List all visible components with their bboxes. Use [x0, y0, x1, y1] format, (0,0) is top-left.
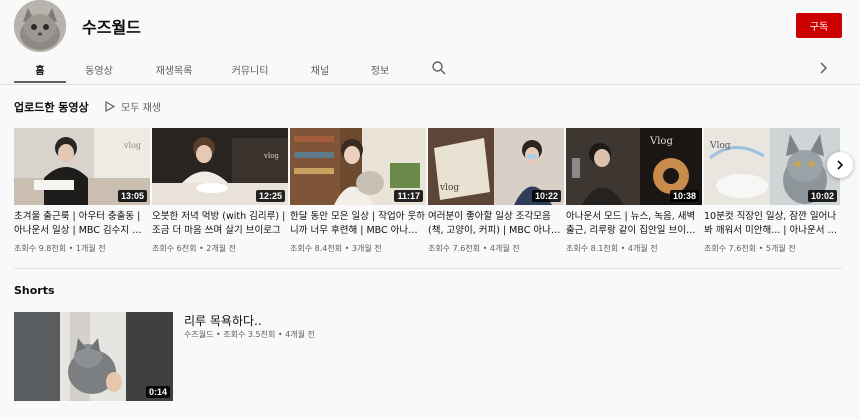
section-divider [14, 268, 842, 269]
video-title[interactable]: 아나운서 모드 | 뉴스, 녹음, 새벽 출근, 리루랑 같이 집안일 브이로그 [566, 210, 702, 238]
video-duration: 10:22 [531, 190, 561, 202]
video-thumbnail[interactable]: vlog 12:25 [152, 128, 288, 205]
svg-text:Vlog: Vlog [709, 141, 731, 151]
video-card[interactable]: vlog 10:22 여러분이 좋아할 일상 조각모음 (책, 고양이, 커피)… [428, 128, 564, 254]
tab-about[interactable]: 정보 [360, 62, 400, 77]
video-card[interactable]: 11:17 한달 동안 모은 일상 | 작업아 웃하니까 너무 후련해 | MB… [290, 128, 426, 254]
shorts-meta: 수즈월드 • 조회수 3.5천회 • 4개월 전 [184, 330, 315, 339]
video-thumbnail[interactable]: Vlog 10:02 [704, 128, 840, 205]
channel-header: 수즈월드 구독 홈 동영상 재생목록 커뮤니티 채널 정보 [0, 0, 860, 90]
chevron-right-icon [837, 160, 844, 170]
play-all-label: 모두 재생 [121, 102, 161, 114]
shorts-thumbnail[interactable]: 0:14 [14, 312, 173, 401]
channel-name: 수즈월드 [82, 18, 141, 37]
video-duration: 11:17 [394, 190, 423, 202]
video-duration: 10:02 [807, 190, 837, 202]
shorts-duration: 0:14 [145, 386, 170, 398]
tab-home[interactable]: 홈 [14, 62, 66, 77]
video-title[interactable]: 오붓한 저녁 먹방 (with 김리루) | 조금 더 마음 쓰며 살기 브이로… [152, 210, 288, 238]
video-meta: 조회수 7.6천회 • 4개월 전 [428, 244, 520, 253]
video-duration: 13:05 [117, 190, 147, 202]
svg-text:vlog: vlog [439, 183, 459, 193]
video-thumbnail[interactable]: vlog 13:05 [14, 128, 150, 205]
video-meta: 조회수 8.4천회 • 3개월 전 [290, 244, 382, 253]
video-meta: 조회수 8.1천회 • 4개월 전 [566, 244, 658, 253]
subscribe-button[interactable]: 구독 [796, 13, 842, 38]
video-title[interactable]: 초겨울 출근룩 | 아우터 충출동 | 아나운서 일상 | MBC 김수지 브이… [14, 210, 150, 238]
video-meta: 조회수 6천회 • 2개월 전 [152, 244, 236, 253]
video-duration: 12:25 [255, 190, 285, 202]
tab-community[interactable]: 커뮤니티 [222, 62, 278, 77]
video-thumbnail[interactable]: Vlog 10:38 [566, 128, 702, 205]
shorts-title[interactable]: 리루 목욕하다.. [184, 312, 262, 329]
svg-text:vlog: vlog [263, 152, 279, 160]
play-icon [105, 100, 115, 112]
header-divider [0, 84, 860, 85]
video-card[interactable]: vlog 13:05 초겨울 출근룩 | 아우터 충출동 | 아나운서 일상 |… [14, 128, 150, 254]
shorts-section-title: Shorts [14, 284, 55, 297]
video-meta: 조회수 9.8천회 • 1개월 전 [14, 244, 106, 253]
video-duration: 10:38 [669, 190, 699, 202]
search-icon[interactable] [431, 60, 447, 76]
svg-text:vlog: vlog [123, 141, 141, 150]
svg-text:Vlog: Vlog [649, 136, 673, 147]
video-thumbnail[interactable]: 11:17 [290, 128, 426, 205]
chevron-right-icon[interactable] [816, 60, 830, 76]
play-all-button[interactable]: 모두 재생 [104, 98, 161, 114]
video-thumbnail[interactable]: vlog 10:22 [428, 128, 564, 205]
video-meta: 조회수 7.6천회 • 5개월 전 [704, 244, 796, 253]
video-title[interactable]: 10분컷 직장인 일상, 잠깐 일어나 봐 깨워서 미안해... | 아나운서 … [704, 210, 840, 238]
active-tab-indicator [14, 81, 66, 83]
carousel-next-button[interactable] [827, 152, 853, 178]
tab-playlists[interactable]: 재생목록 [146, 62, 202, 77]
channel-tabs: 홈 동영상 재생목록 커뮤니티 채널 정보 [0, 54, 860, 84]
video-title[interactable]: 한달 동안 모은 일상 | 작업아 웃하니까 너무 후련해 | MBC 아나운서… [290, 210, 426, 238]
tab-channels[interactable]: 채널 [300, 62, 340, 77]
video-card[interactable]: Vlog 10:02 10분컷 직장인 일상, 잠깐 일어나 봐 깨워서 미안해… [704, 128, 840, 254]
video-title[interactable]: 여러분이 좋아할 일상 조각모음 (책, 고양이, 커피) | MBC 아나운서 [428, 210, 564, 238]
video-card[interactable]: Vlog 10:38 아나운서 모드 | 뉴스, 녹음, 새벽 출근, 리루랑 … [566, 128, 702, 254]
uploads-section-title: 업로드한 동영상 [14, 101, 89, 114]
tab-videos[interactable]: 동영상 [72, 62, 126, 77]
channel-avatar[interactable] [14, 0, 66, 52]
video-card[interactable]: vlog 12:25 오붓한 저녁 먹방 (with 김리루) | 조금 더 마… [152, 128, 288, 254]
